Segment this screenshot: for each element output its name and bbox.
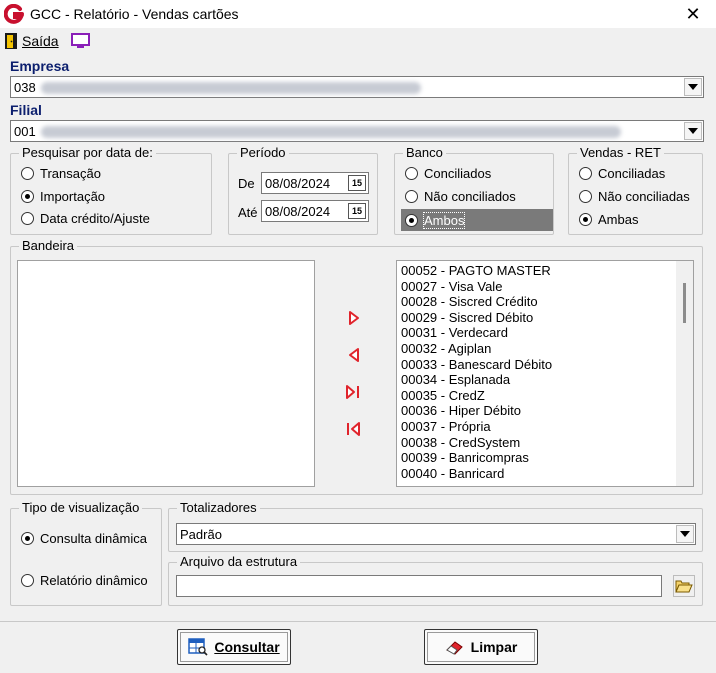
radio-button bbox=[21, 574, 34, 587]
chevron-down-icon bbox=[688, 128, 698, 134]
radio-conciliados[interactable]: Conciliados bbox=[405, 166, 491, 181]
toolbar bbox=[0, 28, 716, 54]
list-item[interactable]: 00029 - Siscred Débito bbox=[401, 310, 533, 325]
to-date-field[interactable]: 08/08/2024 15 bbox=[261, 200, 369, 222]
arrow-all-right-icon bbox=[346, 385, 359, 399]
totalizadores-value: Padrão bbox=[180, 527, 222, 542]
move-all-left-button[interactable] bbox=[345, 421, 361, 437]
radio-importacao[interactable]: Importação bbox=[21, 189, 105, 204]
list-item[interactable]: 00031 - Verdecard bbox=[401, 325, 508, 340]
list-item[interactable]: 00033 - Banescard Débito bbox=[401, 357, 552, 372]
radio-conciliadas[interactable]: Conciliadas bbox=[579, 166, 665, 181]
from-date-field[interactable]: 08/08/2024 15 bbox=[261, 172, 369, 194]
folder-open-icon bbox=[675, 580, 693, 593]
radio-nao-conciliados[interactable]: Não conciliados bbox=[405, 189, 516, 204]
radio-button bbox=[405, 190, 418, 203]
exit-button[interactable]: Saída bbox=[22, 33, 59, 49]
chevron-down-icon bbox=[680, 531, 690, 537]
radio-button bbox=[579, 167, 592, 180]
empresa-dropdown-button[interactable] bbox=[684, 78, 702, 96]
empresa-label: Empresa bbox=[10, 58, 70, 74]
filial-label: Filial bbox=[10, 102, 42, 118]
empresa-code: 038 bbox=[14, 80, 36, 95]
banco-group: Banco Conciliados Não conciliados Ambos bbox=[394, 145, 554, 235]
radio-consulta-dinamica[interactable]: Consulta dinâmica bbox=[21, 531, 147, 546]
list-item[interactable]: 00036 - Hiper Débito bbox=[401, 403, 521, 418]
empresa-combobox[interactable]: 038 bbox=[10, 76, 704, 98]
arquivo-estrutura-legend: Arquivo da estrutura bbox=[177, 554, 301, 569]
filial-combobox[interactable]: 001 bbox=[10, 120, 704, 142]
consultar-label: Consultar bbox=[214, 639, 280, 655]
window-title: GCC - Relatório - Vendas cartões bbox=[30, 6, 239, 22]
chevron-down-icon bbox=[688, 84, 698, 90]
list-item[interactable]: 00027 - Visa Vale bbox=[401, 279, 502, 294]
browse-folder-button[interactable] bbox=[673, 575, 695, 597]
radio-ambas[interactable]: Ambas bbox=[579, 212, 638, 227]
limpar-button[interactable]: Limpar bbox=[424, 629, 538, 665]
radio-button bbox=[579, 190, 592, 203]
scrollbar-thumb[interactable] bbox=[683, 283, 686, 323]
totalizadores-combobox[interactable]: Padrão bbox=[176, 523, 696, 545]
consultar-button[interactable]: Consultar bbox=[177, 629, 291, 665]
list-item[interactable]: 00032 - Agiplan bbox=[401, 341, 491, 356]
selected-brands-list[interactable] bbox=[17, 260, 315, 487]
structure-file-input[interactable] bbox=[176, 575, 662, 597]
view-type-legend: Tipo de visualização bbox=[19, 500, 143, 515]
filial-dropdown-button[interactable] bbox=[684, 122, 702, 140]
radio-relatorio-dinamico[interactable]: Relatório dinâmico bbox=[21, 573, 148, 588]
list-item[interactable]: 00028 - Siscred Crédito bbox=[401, 294, 538, 309]
gcc-logo-icon bbox=[4, 4, 24, 24]
from-label: De bbox=[238, 176, 255, 191]
move-left-button[interactable] bbox=[346, 347, 362, 363]
view-type-group: Tipo de visualização Consulta dinâmica R… bbox=[10, 500, 162, 606]
arrow-right-icon bbox=[349, 311, 359, 325]
radio-ambos[interactable]: Ambos bbox=[405, 212, 466, 229]
to-label: Até bbox=[238, 205, 258, 220]
close-button[interactable]: ✕ bbox=[670, 0, 716, 28]
arrow-all-left-icon bbox=[347, 422, 360, 436]
radio-button-checked bbox=[405, 214, 418, 227]
close-icon: ✕ bbox=[685, 3, 701, 24]
available-brands-list[interactable]: 00052 - PAGTO MASTER 00027 - Visa Vale 0… bbox=[396, 260, 694, 487]
list-item[interactable]: 00038 - CredSystem bbox=[401, 435, 520, 450]
list-item[interactable]: 00039 - Banricompras bbox=[401, 450, 529, 465]
redacted-company-name bbox=[41, 82, 421, 94]
list-item[interactable]: 00037 - Própria bbox=[401, 419, 491, 434]
move-right-button[interactable] bbox=[346, 310, 362, 326]
list-item[interactable]: 00052 - PAGTO MASTER bbox=[401, 263, 551, 278]
filial-code: 001 bbox=[14, 124, 36, 139]
radio-button-checked bbox=[579, 213, 592, 226]
search-date-legend: Pesquisar por data de: bbox=[19, 145, 156, 160]
monitor-icon[interactable] bbox=[70, 32, 92, 50]
list-item[interactable]: 00035 - CredZ bbox=[401, 388, 485, 403]
radio-nao-conciliadas[interactable]: Não conciliadas bbox=[579, 189, 690, 204]
search-date-group: Pesquisar por data de: Transação Importa… bbox=[10, 145, 212, 235]
list-scrollbar[interactable] bbox=[676, 261, 693, 486]
radio-button bbox=[21, 167, 34, 180]
limpar-label: Limpar bbox=[470, 639, 518, 655]
move-all-right-button[interactable] bbox=[345, 384, 361, 400]
radio-transacao[interactable]: Transação bbox=[21, 166, 101, 181]
bandeira-legend: Bandeira bbox=[19, 238, 78, 253]
radio-button-checked bbox=[21, 190, 34, 203]
periodo-legend: Período bbox=[237, 145, 289, 160]
vendas-ret-legend: Vendas - RET bbox=[577, 145, 664, 160]
radio-button bbox=[405, 167, 418, 180]
totalizadores-dropdown-button[interactable] bbox=[676, 525, 694, 543]
vendas-ret-group: Vendas - RET Conciliadas Não conciliadas… bbox=[568, 145, 703, 235]
radio-button-checked bbox=[21, 532, 34, 545]
periodo-group: Período De 08/08/2024 15 Até 08/08/2024 … bbox=[228, 145, 378, 235]
radio-data-credito[interactable]: Data crédito/Ajuste bbox=[21, 211, 150, 226]
totalizadores-legend: Totalizadores bbox=[177, 500, 260, 515]
radio-button bbox=[21, 212, 34, 225]
calendar-icon[interactable]: 15 bbox=[348, 203, 366, 219]
list-item[interactable]: 00034 - Esplanada bbox=[401, 372, 510, 387]
exit-door-icon[interactable] bbox=[4, 32, 18, 50]
calendar-icon[interactable]: 15 bbox=[348, 175, 366, 191]
redacted-branch-name bbox=[41, 126, 621, 138]
footer-separator bbox=[0, 621, 716, 622]
list-item[interactable]: 00040 - Banricard bbox=[401, 466, 504, 481]
arrow-left-icon bbox=[349, 348, 359, 362]
banco-legend: Banco bbox=[403, 145, 446, 160]
